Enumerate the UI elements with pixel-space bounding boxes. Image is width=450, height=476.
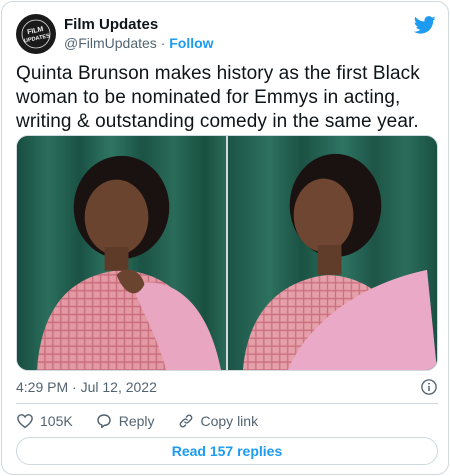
photo-left[interactable] xyxy=(17,136,226,370)
like-count: 105K xyxy=(40,413,73,429)
info-icon[interactable] xyxy=(420,378,438,396)
timestamp-row: 4:29 PM · Jul 12, 2022 xyxy=(16,378,438,396)
display-name[interactable]: Film Updates xyxy=(64,15,214,34)
reply-bubble-icon xyxy=(96,414,111,429)
timestamp[interactable]: 4:29 PM · Jul 12, 2022 xyxy=(16,379,157,395)
reply-button[interactable]: Reply xyxy=(95,412,155,430)
action-bar: 105K Reply Copy link xyxy=(16,411,280,431)
portrait-illustration-left xyxy=(17,136,226,370)
author-block: Film Updates @FilmUpdates · Follow xyxy=(64,15,214,53)
like-button[interactable]: 105K xyxy=(16,412,73,430)
twitter-bird-icon[interactable] xyxy=(414,14,436,36)
follow-button[interactable]: Follow xyxy=(169,35,213,51)
handle[interactable]: @FilmUpdates xyxy=(64,35,157,51)
copy-link-label: Copy link xyxy=(200,413,259,429)
portrait-illustration-right xyxy=(228,136,437,370)
heart-icon xyxy=(17,414,33,429)
copy-link-button[interactable]: Copy link xyxy=(177,412,259,430)
reply-label: Reply xyxy=(118,413,155,429)
tweet-text: Quinta Brunson makes history as the firs… xyxy=(16,63,420,132)
tweet-header: FILM UPDATES Film Updates @FilmUpdates ·… xyxy=(16,14,436,58)
avatar[interactable]: FILM UPDATES xyxy=(16,14,56,54)
photo-right[interactable] xyxy=(228,136,437,370)
media-grid xyxy=(16,135,438,371)
tweet-card: FILM UPDATES Film Updates @FilmUpdates ·… xyxy=(1,1,449,475)
link-icon xyxy=(179,414,192,428)
read-replies-button[interactable]: Read 157 replies xyxy=(16,437,438,465)
handle-row: @FilmUpdates · Follow xyxy=(64,34,214,53)
separator: · xyxy=(160,35,166,51)
divider xyxy=(16,403,438,404)
film-updates-logo: FILM UPDATES xyxy=(21,19,51,49)
